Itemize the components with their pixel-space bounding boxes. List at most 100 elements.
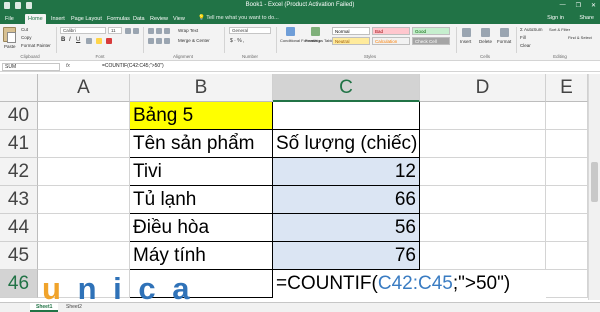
currency-icon[interactable]: $ · % , bbox=[230, 38, 244, 44]
sheet-tab-sheet2[interactable]: Sheet2 bbox=[60, 303, 88, 312]
format-painter-button[interactable]: Format Painter bbox=[21, 43, 51, 48]
cell-a41[interactable] bbox=[38, 130, 130, 158]
column-header-b[interactable]: B bbox=[130, 74, 273, 102]
style-bad[interactable]: Bad bbox=[372, 27, 410, 35]
tab-page-layout[interactable]: Page Layout bbox=[68, 14, 105, 24]
shrink-font-icon[interactable] bbox=[133, 28, 139, 34]
cell-a44[interactable] bbox=[38, 214, 130, 242]
cut-button[interactable]: Cut bbox=[21, 27, 28, 32]
restore-button[interactable]: ❐ bbox=[576, 2, 581, 9]
insert-cells-icon[interactable] bbox=[462, 28, 471, 37]
style-check-cell[interactable]: Check Cell bbox=[412, 37, 450, 45]
format-as-table-icon[interactable] bbox=[311, 27, 320, 36]
minimize-button[interactable]: — bbox=[560, 2, 566, 9]
cell-d45[interactable] bbox=[420, 242, 546, 270]
column-header-c[interactable]: C bbox=[273, 74, 420, 102]
align-left-icon[interactable] bbox=[148, 38, 154, 44]
row-header[interactable]: 46 bbox=[0, 270, 38, 298]
align-bottom-icon[interactable] bbox=[164, 28, 170, 34]
scrollbar-thumb[interactable] bbox=[591, 162, 598, 202]
fill-color-icon[interactable] bbox=[96, 38, 102, 44]
column-header-d[interactable]: D bbox=[420, 74, 546, 102]
font-color-icon[interactable] bbox=[106, 38, 112, 44]
cell-c45[interactable]: 76 bbox=[273, 242, 420, 270]
cell-e44[interactable] bbox=[546, 214, 588, 242]
cell-e40[interactable] bbox=[546, 102, 588, 130]
cell-e46[interactable] bbox=[546, 270, 588, 298]
tab-insert[interactable]: Insert bbox=[48, 14, 68, 24]
cell-d41[interactable] bbox=[420, 130, 546, 158]
cell-d42[interactable] bbox=[420, 158, 546, 186]
fill-button[interactable]: Fill bbox=[520, 35, 526, 40]
sign-in-link[interactable]: Sign in bbox=[547, 15, 564, 21]
cell-c46-formula[interactable]: =COUNTIF(C42:C45;">50") bbox=[273, 270, 510, 298]
cell-e41[interactable] bbox=[546, 130, 588, 158]
style-calculation[interactable]: Calculation bbox=[372, 37, 410, 45]
cell-b40[interactable]: Bảng 5 bbox=[130, 102, 273, 130]
row-header[interactable]: 43 bbox=[0, 186, 38, 214]
name-box[interactable]: SUM bbox=[2, 63, 60, 71]
delete-cells-icon[interactable] bbox=[481, 28, 490, 37]
cell-a43[interactable] bbox=[38, 186, 130, 214]
borders-icon[interactable] bbox=[86, 38, 92, 44]
sheet-tab-sheet1[interactable]: Sheet1 bbox=[30, 303, 59, 312]
share-button[interactable]: Share bbox=[579, 15, 594, 21]
autosum-button[interactable]: Σ AutoSum bbox=[520, 27, 543, 32]
row-header[interactable]: 42 bbox=[0, 158, 38, 186]
row-header[interactable]: 40 bbox=[0, 102, 38, 130]
conditional-formatting-icon[interactable] bbox=[286, 27, 295, 36]
number-format-dropdown[interactable]: General bbox=[229, 27, 271, 34]
column-header-e[interactable]: E bbox=[546, 74, 588, 102]
clear-button[interactable]: Clear bbox=[520, 43, 531, 48]
cell-a42[interactable] bbox=[38, 158, 130, 186]
row-header[interactable]: 41 bbox=[0, 130, 38, 158]
tab-view[interactable]: View bbox=[170, 14, 188, 24]
tab-review[interactable]: Review bbox=[147, 14, 171, 24]
cell-b42[interactable]: Tivi bbox=[130, 158, 273, 186]
merge-center-button[interactable]: Merge & Center bbox=[178, 38, 210, 43]
paste-icon[interactable] bbox=[3, 27, 16, 43]
italic-icon[interactable]: I bbox=[69, 37, 71, 43]
format-cells-icon[interactable] bbox=[500, 28, 509, 37]
cell-c40[interactable] bbox=[273, 102, 420, 130]
cell-b45[interactable]: Máy tính bbox=[130, 242, 273, 270]
cell-d40[interactable] bbox=[420, 102, 546, 130]
align-top-icon[interactable] bbox=[148, 28, 154, 34]
delete-cells-button[interactable]: Delete bbox=[479, 39, 492, 44]
tab-formulas[interactable]: Formulas bbox=[104, 14, 133, 24]
select-all-corner[interactable] bbox=[0, 74, 38, 102]
bold-icon[interactable]: B bbox=[61, 37, 65, 43]
font-size-dropdown[interactable]: 11 bbox=[108, 27, 122, 34]
cell-c44[interactable]: 56 bbox=[273, 214, 420, 242]
vertical-scrollbar[interactable] bbox=[588, 74, 600, 300]
tell-me-box[interactable]: 💡 Tell me what you want to do... bbox=[198, 15, 279, 21]
row-header[interactable]: 44 bbox=[0, 214, 38, 242]
cell-b41[interactable]: Tên sản phẩm bbox=[130, 130, 273, 158]
font-name-dropdown[interactable]: Calibri bbox=[60, 27, 106, 34]
style-good[interactable]: Good bbox=[412, 27, 450, 35]
tab-data[interactable]: Data bbox=[130, 14, 148, 24]
cell-c43[interactable]: 66 bbox=[273, 186, 420, 214]
cell-d43[interactable] bbox=[420, 186, 546, 214]
cell-c41[interactable]: Số lượng (chiếc) bbox=[273, 130, 420, 158]
cell-e43[interactable] bbox=[546, 186, 588, 214]
tab-file[interactable]: File bbox=[2, 14, 17, 24]
cell-a45[interactable] bbox=[38, 242, 130, 270]
close-button[interactable]: ✕ bbox=[591, 2, 596, 9]
align-right-icon[interactable] bbox=[164, 38, 170, 44]
cell-d44[interactable] bbox=[420, 214, 546, 242]
cell-b44[interactable]: Điều hòa bbox=[130, 214, 273, 242]
format-cells-button[interactable]: Format bbox=[497, 39, 511, 44]
wrap-text-button[interactable]: Wrap Text bbox=[178, 28, 198, 33]
copy-button[interactable]: Copy bbox=[21, 35, 32, 40]
underline-icon[interactable]: U bbox=[76, 37, 80, 43]
cell-a40[interactable] bbox=[38, 102, 130, 130]
style-neutral[interactable]: Neutral bbox=[332, 37, 370, 45]
cell-c42[interactable]: 12 bbox=[273, 158, 420, 186]
column-header-a[interactable]: A bbox=[38, 74, 130, 102]
align-center-icon[interactable] bbox=[156, 38, 162, 44]
format-as-table-button[interactable]: Format as Table bbox=[305, 38, 334, 43]
insert-cells-button[interactable]: Insert bbox=[460, 39, 471, 44]
fx-icon[interactable]: fx bbox=[66, 63, 70, 69]
grow-font-icon[interactable] bbox=[125, 28, 131, 34]
